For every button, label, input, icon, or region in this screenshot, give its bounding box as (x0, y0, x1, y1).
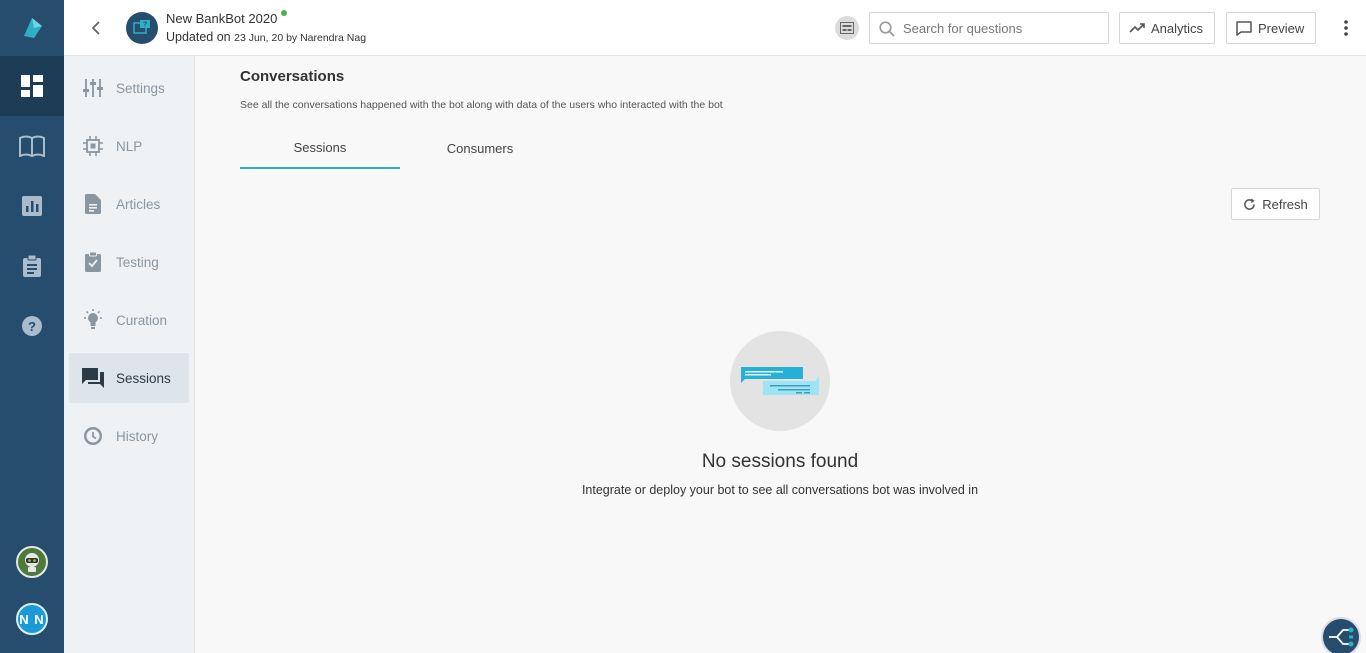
app-rail: ? N N (0, 0, 64, 653)
preview-button[interactable]: Preview (1226, 12, 1317, 44)
svg-text:?: ? (143, 22, 147, 29)
nav-item-history[interactable]: History (69, 411, 189, 461)
page-subtitle: See all the conversations happened with … (240, 99, 723, 111)
tab-consumers[interactable]: Consumers (400, 128, 560, 169)
chat-bubble-icon (1236, 20, 1252, 36)
online-status-dot (281, 10, 287, 16)
document-icon (82, 193, 104, 215)
svg-text:?: ? (28, 319, 36, 334)
chip-icon (82, 135, 104, 157)
updated-prefix: Updated on (166, 30, 231, 44)
help-icon[interactable]: ? (0, 296, 64, 356)
updated-detail: 23 Jun, 20 by Narendra Nag (234, 32, 367, 44)
share-flow-icon[interactable] (1321, 617, 1361, 653)
analytics-button[interactable]: Analytics (1119, 12, 1216, 44)
empty-state-description: Integrate or deploy your bot to see all … (581, 483, 979, 497)
preview-label: Preview (1258, 20, 1305, 36)
back-arrow-icon[interactable] (84, 16, 108, 40)
more-menu-icon[interactable] (1334, 16, 1358, 40)
bot-avatar[interactable] (16, 546, 48, 578)
updated-info: Updated on 23 Jun, 20 by Narendra Nag (166, 30, 366, 44)
bar-chart-icon[interactable] (0, 176, 64, 236)
chat-icon (82, 367, 104, 389)
refresh-icon (1244, 197, 1256, 210)
trending-up-icon (1129, 23, 1145, 33)
history-icon (82, 425, 104, 447)
nav-item-nlp[interactable]: NLP (69, 121, 189, 171)
tab-label: Consumers (446, 141, 514, 156)
nav-item-articles[interactable]: Articles (69, 179, 189, 229)
clipboard-icon[interactable] (0, 236, 64, 296)
refresh-label: Refresh (1262, 196, 1308, 212)
sliders-icon (82, 77, 104, 99)
book-icon[interactable] (0, 116, 64, 176)
nav-label: Settings (116, 80, 165, 96)
tab-label: Sessions (293, 140, 347, 155)
nav-label: Curation (116, 312, 168, 328)
bot-name: New BankBot 2020 (166, 11, 278, 26)
user-initials: N N (19, 611, 45, 627)
empty-state-title: No sessions found (701, 451, 859, 472)
nav-item-curation[interactable]: Curation (69, 295, 189, 345)
page-title: Conversations (240, 68, 345, 85)
layout-toggle-icon[interactable] (835, 16, 859, 40)
lightbulb-icon (82, 309, 104, 331)
tab-sessions[interactable]: Sessions (240, 128, 400, 169)
search-icon (879, 21, 895, 42)
main-content: Conversations See all the conversations … (195, 56, 1366, 653)
search-input[interactable] (903, 13, 1103, 43)
nav-label: NLP (116, 138, 143, 154)
nav-item-settings[interactable]: Settings (69, 63, 189, 113)
refresh-button[interactable]: Refresh (1231, 188, 1320, 220)
bot-chat-icon: ? (126, 12, 158, 44)
top-header: ? New BankBot 2020 Updated on 23 Jun, 20… (64, 0, 1366, 56)
brand-logo-icon[interactable] (0, 0, 64, 56)
clipboard-check-icon (82, 251, 104, 273)
search-box (869, 12, 1109, 44)
dashboard-icon[interactable] (0, 56, 64, 116)
nav-label: Sessions (116, 370, 171, 386)
analytics-label: Analytics (1151, 20, 1204, 36)
nav-label: History (116, 428, 159, 444)
nav-item-testing[interactable]: Testing (69, 237, 189, 287)
empty-conversation-illustration (730, 331, 830, 431)
nav-label: Articles (116, 196, 161, 212)
secondary-nav: Settings NLP Articles Testing Curation S… (64, 56, 195, 653)
nav-item-sessions[interactable]: Sessions (69, 353, 189, 403)
user-avatar[interactable]: N N (16, 603, 48, 635)
nav-label: Testing (116, 254, 159, 270)
